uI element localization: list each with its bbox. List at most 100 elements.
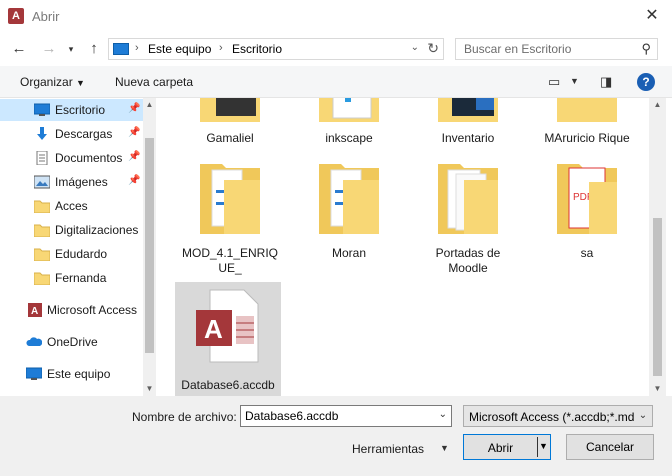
filename-label: Nombre de archivo: — [132, 410, 237, 424]
sidebar-item-edudardo[interactable]: Edudardo — [0, 243, 143, 265]
help-icon[interactable]: ? — [637, 73, 655, 91]
folder-gamaliel[interactable]: Gamaliel — [177, 98, 283, 150]
new-folder-button[interactable]: Nueva carpeta — [115, 75, 193, 89]
pin-icon[interactable]: 📌 — [128, 103, 140, 114]
folder-icon — [34, 272, 50, 285]
navigation-bar: ← → ▾ ↑ › Este equipo › Escritorio ⌄ ↻ ⚲ — [0, 32, 672, 66]
recent-locations-chevron-icon[interactable]: ▾ — [60, 38, 82, 60]
scroll-up-icon[interactable]: ▲ — [143, 98, 156, 111]
folder-portadas-de-moodle[interactable]: Portadas de Moodle — [415, 158, 521, 276]
svg-text:A: A — [31, 306, 38, 317]
back-arrow-icon[interactable]: ← — [8, 38, 30, 60]
sidebar-item-escritorio[interactable]: Escritorio 📌 — [0, 99, 143, 121]
forward-arrow-icon[interactable]: → — [38, 38, 60, 60]
folder-icon — [34, 200, 50, 213]
tools-button[interactable]: Herramientas — [352, 442, 424, 456]
breadcrumb-escritorio[interactable]: Escritorio — [232, 42, 282, 56]
close-button[interactable]: ✕ — [642, 6, 662, 26]
pin-icon[interactable]: 📌 — [128, 151, 140, 162]
sidebar-item-label: Digitalizaciones — [55, 223, 139, 237]
filename-combobox[interactable]: ⌄ — [240, 405, 452, 427]
open-options-chevron-icon[interactable]: ▼ — [539, 441, 548, 451]
sidebar-item-label: Escritorio — [55, 103, 106, 117]
address-dropdown-icon[interactable]: ⌄ — [411, 42, 419, 53]
sidebar-item-onedrive[interactable]: OneDrive — [0, 331, 135, 353]
chevron-down-icon[interactable]: ⌄ — [439, 409, 447, 420]
sidebar-item-label: Descargas — [55, 127, 113, 141]
folder-icon — [319, 98, 379, 122]
folder-icon — [319, 164, 379, 234]
filename-input[interactable] — [245, 409, 425, 423]
pin-icon[interactable]: 📌 — [128, 175, 140, 186]
open-label: Abrir — [487, 441, 514, 455]
folder-inkscape[interactable]: inkscape — [296, 98, 402, 150]
folder-moran[interactable]: Moran — [296, 158, 402, 276]
file-label: Inventario — [441, 131, 495, 145]
file-list-scrollbar[interactable]: ▲ ▼ — [649, 98, 666, 396]
view-options-icon[interactable]: ▭ — [548, 74, 560, 90]
title-bar: A Abrir ✕ — [0, 0, 672, 32]
search-box[interactable]: ⚲ — [455, 38, 658, 60]
file-label: MOD_4.1_ENRIQ UE_ — [177, 246, 283, 276]
tools-chevron-down-icon[interactable]: ▼ — [440, 443, 449, 453]
address-bar[interactable]: › Este equipo › Escritorio ⌄ ↻ — [108, 38, 444, 60]
document-icon — [36, 151, 48, 165]
file-label: Gamaliel — [206, 131, 254, 145]
image-icon — [34, 175, 50, 189]
sidebar-scrollbar[interactable]: ▲ ▼ — [143, 98, 156, 396]
view-chevron-down-icon[interactable]: ▼ — [570, 76, 579, 86]
folder-mod-4-1-enrique[interactable]: MOD_4.1_ENRIQ UE_ — [177, 158, 283, 276]
file-label: sa — [580, 246, 594, 260]
file-label: Moran — [331, 246, 366, 260]
folder-sa[interactable]: PDF sa — [534, 158, 640, 276]
file-label: MAruricio Rique — [544, 131, 630, 145]
sidebar-item-label: Acces — [55, 199, 88, 213]
folder-icon — [200, 164, 260, 234]
file-label-line1: MOD_4.1_ENRIQ — [181, 246, 279, 260]
folder-icon — [557, 98, 617, 122]
sidebar-item-imagenes[interactable]: Imágenes 📌 — [0, 171, 143, 193]
folder-icon — [438, 98, 498, 122]
sidebar-item-label: Este equipo — [47, 367, 111, 381]
organize-label: Organizar — [20, 75, 73, 89]
computer-icon — [113, 43, 129, 55]
file-database6[interactable]: A Database6.accdb — [175, 282, 281, 396]
file-label-line2: UE_ — [218, 261, 242, 275]
sidebar-item-label: Imágenes — [55, 175, 108, 189]
breadcrumb-separator-icon[interactable]: › — [135, 42, 139, 54]
up-arrow-icon[interactable]: ↑ — [83, 38, 105, 60]
open-button[interactable]: Abrir ▼ — [463, 434, 551, 460]
dialog-footer: Nombre de archivo: ⌄ Microsoft Access (*… — [0, 396, 672, 476]
chevron-down-icon[interactable]: ⌄ — [634, 406, 652, 426]
sidebar-item-documentos[interactable]: Documentos 📌 — [0, 147, 143, 169]
chevron-down-icon: ▼ — [76, 78, 85, 88]
file-list-scroll-thumb[interactable] — [653, 218, 662, 376]
scroll-up-icon[interactable]: ▲ — [649, 98, 666, 111]
cancel-button[interactable]: Cancelar — [566, 434, 654, 460]
scroll-down-icon[interactable]: ▼ — [649, 382, 666, 395]
sidebar-item-digitalizaciones[interactable]: Digitalizaciones — [0, 219, 143, 241]
preview-pane-icon[interactable]: ◨ — [600, 74, 612, 90]
sidebar-item-microsoft-access[interactable]: A Microsoft Access — [0, 299, 138, 321]
search-icon[interactable]: ⚲ — [641, 41, 651, 57]
pin-icon[interactable]: 📌 — [128, 127, 140, 138]
breadcrumb-separator-icon[interactable]: › — [219, 42, 223, 54]
desktop-icon — [34, 103, 50, 116]
sidebar-item-este-equipo[interactable]: Este equipo — [0, 363, 135, 385]
file-label-line2: Moodle — [448, 261, 488, 275]
sidebar-item-acces[interactable]: Acces — [0, 195, 143, 217]
sidebar-item-label: OneDrive — [47, 335, 98, 349]
filetype-select[interactable]: Microsoft Access (*.accdb;*.mdb) ⌄ — [463, 405, 653, 427]
folder-inventario[interactable]: Inventario — [415, 98, 521, 150]
sidebar-item-descargas[interactable]: Descargas 📌 — [0, 123, 143, 145]
scroll-down-icon[interactable]: ▼ — [143, 382, 156, 395]
organize-button[interactable]: Organizar ▼ — [20, 75, 85, 89]
refresh-icon[interactable]: ↻ — [427, 40, 439, 57]
search-input[interactable] — [464, 42, 634, 56]
folder-maruricio-rique[interactable]: MAruricio Rique — [534, 98, 640, 150]
breadcrumb-este-equipo[interactable]: Este equipo — [148, 42, 211, 56]
folder-icon — [34, 224, 50, 237]
sidebar-item-label: Microsoft Access — [47, 303, 138, 317]
sidebar-scroll-thumb[interactable] — [145, 138, 154, 353]
sidebar-item-fernanda[interactable]: Fernanda — [0, 267, 143, 289]
